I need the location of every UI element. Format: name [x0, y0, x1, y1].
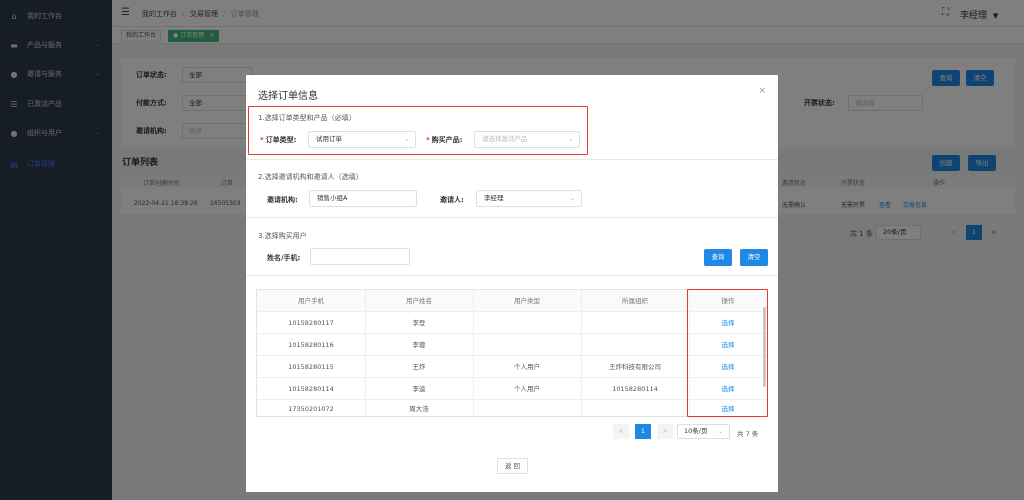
name-phone-input[interactable]: [310, 248, 410, 265]
total-count: 共 7 条: [737, 430, 759, 438]
chevron-down-icon: ⌄: [569, 195, 575, 202]
cell-type: 个人用户: [514, 385, 540, 393]
name-phone-label: 姓名/手机:: [267, 254, 301, 262]
next-page-icon[interactable]: >: [657, 424, 673, 439]
cell-name: 周大浩: [409, 405, 429, 413]
column-divider: [365, 290, 366, 416]
divider: [246, 275, 778, 276]
highlight-box-order-type: [248, 106, 588, 155]
page-size-select[interactable]: 10条/页 ⌄: [677, 424, 730, 439]
inviter-label: 邀请人:: [440, 196, 464, 204]
select-order-dialog: 选择订单信息 × 1.选择订单类型和产品（必填） * 订单类型: 试用订单 ⌄ *…: [246, 75, 778, 492]
cell-type: 个人用户: [514, 363, 540, 371]
cell-phone: 10158280117: [288, 319, 334, 327]
cell-name: 李登: [412, 319, 426, 327]
back-button[interactable]: 返 回: [497, 458, 528, 474]
org-input[interactable]: 销售小组A: [309, 190, 417, 207]
cell-name: 李蓉: [412, 341, 426, 349]
cell-name: 王炸: [412, 363, 426, 371]
highlight-box-actions: [687, 289, 768, 417]
cell-org: [581, 400, 689, 418]
inviter-select[interactable]: 李经理 ⌄: [476, 190, 582, 207]
chevron-down-icon: ⌄: [717, 428, 723, 435]
cell-phone: 10158280114: [288, 385, 334, 393]
dialog-title: 选择订单信息: [258, 91, 318, 102]
cell-type: [473, 334, 581, 356]
page-current[interactable]: 1: [635, 424, 651, 439]
cell-type: [473, 312, 581, 334]
cell-phone: 10158280115: [288, 363, 334, 371]
column-divider: [581, 290, 582, 416]
cell-org: 10158280114: [612, 385, 658, 393]
cell-phone: 17350201072: [288, 405, 334, 413]
org-label: 邀请机构:: [267, 196, 298, 204]
close-icon[interactable]: ×: [758, 86, 766, 96]
inviter-value: 李经理: [484, 194, 504, 202]
section2-title: 2.选择邀请机构和邀请人（选填）: [258, 173, 363, 181]
user-search-button[interactable]: 查询: [704, 249, 732, 266]
col-org: 所属组织: [622, 297, 648, 305]
divider: [246, 159, 778, 160]
cell-name: 李逵: [412, 385, 426, 393]
col-phone: 用户手机: [298, 297, 324, 305]
col-type: 用户类型: [514, 297, 540, 305]
page-size-value: 10条/页: [684, 427, 708, 435]
section3-title: 3.选择购买用户: [258, 232, 307, 240]
column-divider: [473, 290, 474, 416]
cell-org: [581, 334, 689, 356]
cell-type: [473, 400, 581, 418]
divider: [246, 217, 778, 218]
user-reset-button[interactable]: 清空: [740, 249, 768, 266]
col-name: 用户姓名: [406, 297, 432, 305]
cell-org: 王炸科技有限公司: [609, 363, 661, 371]
prev-page-icon[interactable]: <: [613, 424, 629, 439]
cell-phone: 10158280116: [288, 341, 334, 349]
cell-org: [581, 312, 689, 334]
